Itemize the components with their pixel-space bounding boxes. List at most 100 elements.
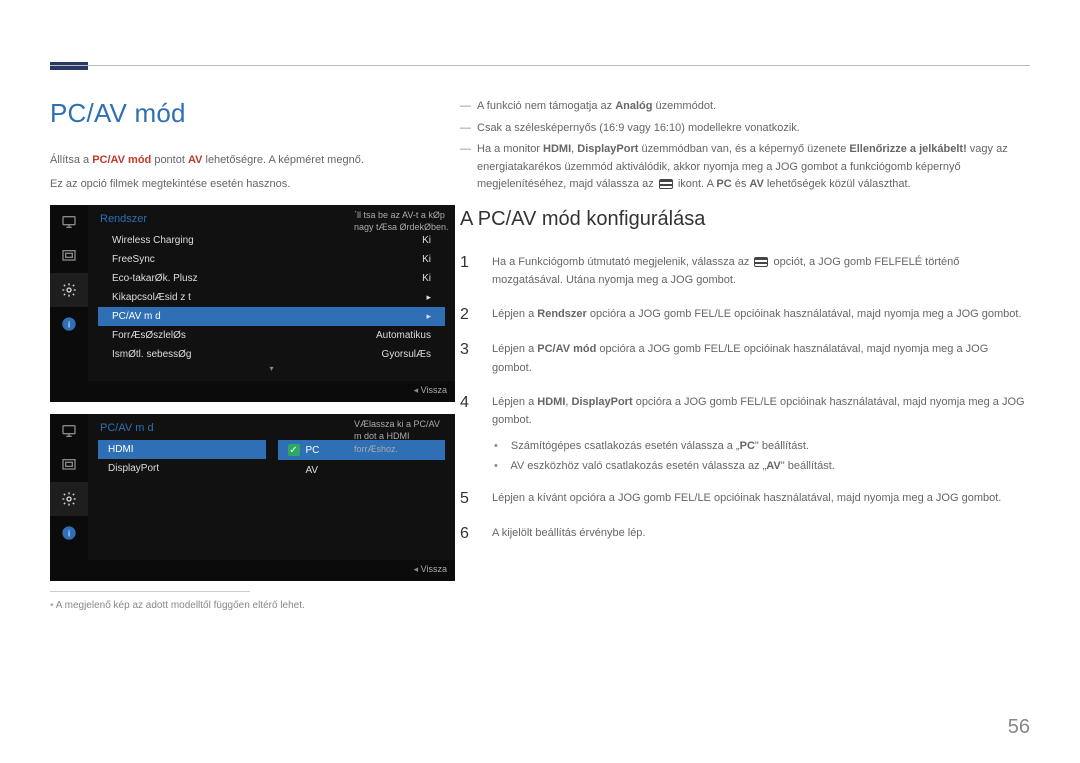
bul2-post: " beállítást. (781, 460, 835, 472)
n3-seg: Ha a monitor (477, 143, 543, 155)
s1-pre: Ha a Funkciógomb útmutató megjelenik, vá… (492, 256, 752, 268)
osd1-row-value: Automatikus (376, 330, 431, 341)
osd1-row: ForrÆsØszlelØs Automatikus (98, 326, 445, 345)
svg-text:i: i (68, 320, 70, 330)
osd1-footer-label: Vissza (414, 385, 447, 395)
osd1-list: Wireless ChargingKi FreeSyncKi Eco-takar… (88, 231, 455, 381)
step-number: 2 (460, 305, 478, 324)
check-placeholder (288, 464, 300, 476)
s4-b2: DisplayPort (572, 396, 633, 408)
page-title: PC/AV mód (50, 98, 455, 129)
s4-b1: HDMI (537, 396, 565, 408)
step-text: Lépjen a kívánt opcióra a JOG gomb FEL/L… (492, 489, 1001, 508)
step-4-bullets: Számítógépes csatlakozás esetén válassza… (460, 437, 1030, 481)
info-icon: i (50, 307, 88, 341)
svg-text:i: i (68, 529, 70, 539)
osd1-row-label: Eco-takarØk. Plusz (112, 273, 198, 284)
right-column: A funkció nem támogatja az Analóg üzemmó… (460, 98, 1030, 551)
osd2-opt-label: DisplayPort (108, 463, 159, 474)
gear-icon (50, 273, 88, 307)
step-5: 5 Lépjen a kívánt opcióra a JOG gomb FEL… (460, 481, 1030, 516)
step-text: Lépjen a HDMI, DisplayPort opcióra a JOG… (492, 393, 1030, 429)
n3-b: DisplayPort (577, 143, 638, 155)
note1-post: üzemmódot. (652, 100, 716, 112)
step-6: 6 A kijelölt beállítás érvénybe lép. (460, 516, 1030, 551)
monitor-icon (50, 414, 88, 448)
osd1-row-value: GyorsulÆs (382, 349, 431, 360)
step-number: 1 (460, 253, 478, 289)
osd2-opt-label: PC (306, 445, 320, 456)
n3-seg: ikont. A (675, 178, 717, 190)
note1-b: Analóg (615, 100, 652, 112)
picture-icon (50, 239, 88, 273)
intro1-b2: AV (188, 154, 202, 166)
osd2-footer: Vissza (50, 560, 455, 581)
osd2-iconbar: i (50, 414, 88, 560)
osd1-row-label: ForrÆsØszlelØs (112, 330, 186, 341)
intro1-b1: PC/AV mód (92, 154, 151, 166)
n3-b: HDMI (543, 143, 571, 155)
page-top-rule (50, 65, 1030, 66)
step-number: 3 (460, 340, 478, 376)
osd1-main: Rendszer ΄ll tsa be az AV-t a kØp nagy t… (88, 205, 455, 381)
osd1-row-label: PC/AV m d (112, 311, 161, 322)
check-icon: ✓ (288, 444, 300, 456)
osd2-hint: VÆlassza ki a PC/AV m dot a HDMI forrÆsh… (354, 418, 449, 454)
steps-list: 1 Ha a Funkciógomb útmutató megjelenik, … (460, 245, 1030, 551)
osd1-row-arrow: ▸ (426, 311, 431, 322)
s4-pre: Lépjen a (492, 396, 537, 408)
info-icon: i (50, 516, 88, 550)
osd1-iconbar: i (50, 205, 88, 381)
intro-line-2: Ez az opció filmek megtekintése esetén h… (50, 175, 455, 193)
bullet-pc: Számítógépes csatlakozás esetén válassza… (494, 437, 1030, 457)
page-number: 56 (1008, 716, 1030, 739)
bul2-b: AV (766, 460, 780, 472)
step-text: Lépjen a Rendszer opcióra a JOG gomb FEL… (492, 305, 1022, 324)
osd2-left-option: DisplayPort (98, 459, 266, 478)
osd1-row: Eco-takarØk. Plusz Ki (98, 269, 445, 288)
osd1-row: KikapcsolÆsid z t ▸ (98, 288, 445, 307)
osd-screenshot-2: i PC/AV m d VÆlassza ki a PC/AV m dot a … (50, 414, 455, 581)
osd1-row-selected: PC/AV m d ▸ (98, 307, 445, 326)
n3-seg: lehetőségek közül választhat. (764, 178, 911, 190)
intro-line-1: Állítsa a PC/AV mód pontot AV lehetőségr… (50, 151, 455, 169)
step-4: 4 Lépjen a HDMI, DisplayPort opcióra a J… (460, 385, 1030, 437)
step-3: 3 Lépjen a PC/AV mód opcióra a JOG gomb … (460, 332, 1030, 384)
page-accent-bar (50, 62, 88, 70)
menu-icon (659, 179, 673, 189)
osd2-left-option-selected: HDMI (98, 440, 266, 459)
osd1-hint: ΄ll tsa be az AV-t a kØp nagy tÆsa Ørdek… (354, 209, 449, 233)
footnote: A megjelenő kép az adott modelltől függő… (50, 600, 455, 611)
s2-b: Rendszer (537, 308, 587, 320)
menu-icon (754, 257, 768, 267)
section-title: A PC/AV mód konfigurálása (460, 208, 1030, 231)
osd1-footer: Vissza (50, 381, 455, 402)
osd1-row-value: Ki (422, 235, 431, 246)
osd1-row-label: KikapcsolÆsid z t (112, 292, 191, 303)
n3-b-red: Ellenőrizze a jelkábelt! (849, 143, 966, 155)
intro1-post: lehetőségre. A képméret megnő. (202, 154, 363, 166)
osd2-opt-label: AV (306, 465, 319, 476)
bul2-pre: AV eszközhöz való csatlakozás esetén vál… (510, 460, 766, 472)
left-column: PC/AV mód Állítsa a PC/AV mód pontot AV … (50, 98, 455, 611)
osd1-row-label: IsmØtl. sebessØg (112, 349, 191, 360)
footnote-rule (50, 591, 250, 592)
step-text: Ha a Funkciógomb útmutató megjelenik, vá… (492, 253, 1030, 289)
osd1-row-arrow: ▸ (426, 292, 431, 303)
osd2-opt-label: HDMI (108, 444, 134, 455)
gear-icon (50, 482, 88, 516)
intro1-mid: pontot (151, 154, 188, 166)
step-number: 6 (460, 524, 478, 543)
note2-text: Csak a szélesképernyős (16:9 vagy 16:10)… (477, 120, 800, 138)
step-1: 1 Ha a Funkciógomb útmutató megjelenik, … (460, 245, 1030, 297)
osd2-right-option: AV (278, 460, 446, 480)
bul1-post: " beállítást. (755, 440, 809, 452)
osd2-main: PC/AV m d VÆlassza ki a PC/AV m dot a HD… (88, 414, 455, 560)
s2-post: opcióra a JOG gomb FEL/LE opcióinak hasz… (587, 308, 1022, 320)
osd2-left-col: HDMI DisplayPort (88, 440, 272, 480)
osd1-row-value: Ki (422, 273, 431, 284)
n3-b-red: PC (716, 178, 731, 190)
s3-b: PC/AV mód (537, 343, 596, 355)
n3-seg: üzemmódban van, és a képernyő üzenete (638, 143, 849, 155)
bul1-b: PC (740, 440, 755, 452)
